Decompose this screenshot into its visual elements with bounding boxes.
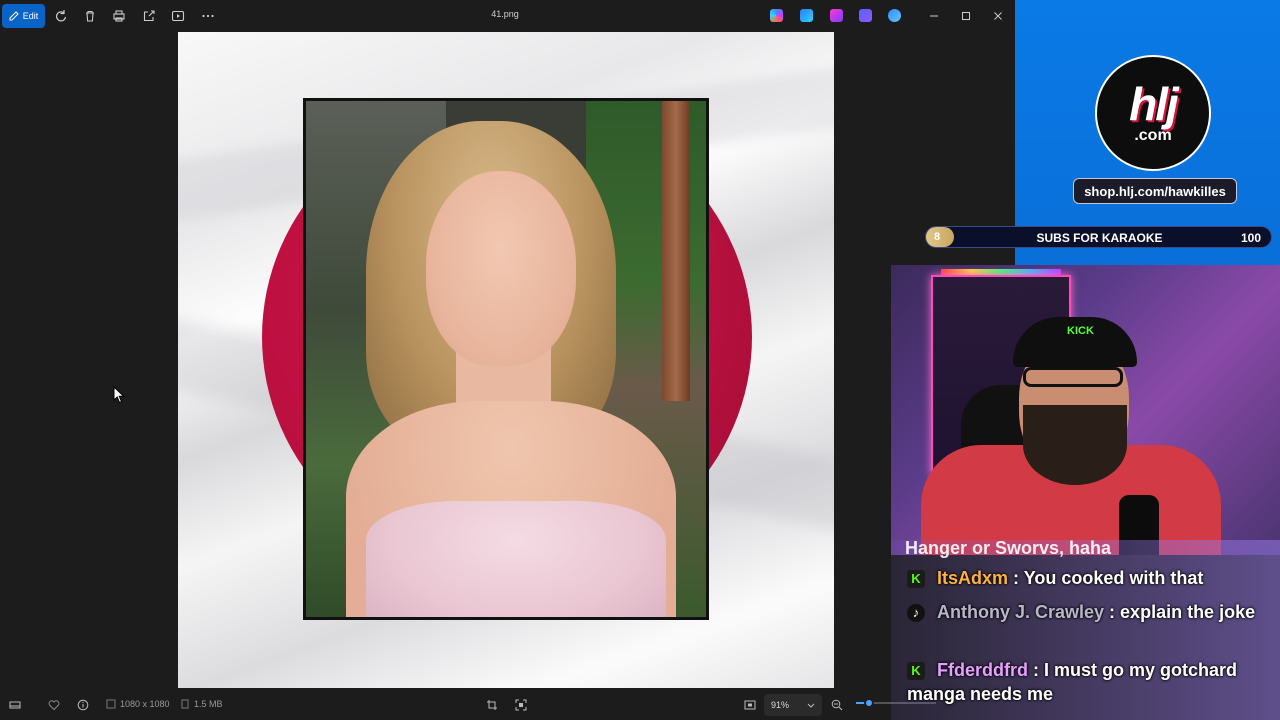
kick-icon: K [907, 662, 925, 680]
chat-message: K Ffderddfrd : I must go my gotchard mang… [907, 658, 1267, 706]
status-bar: 1080 x 1080 1.5 MB 91% [0, 690, 1015, 720]
mouse-cursor-icon [113, 386, 125, 404]
select-region-icon[interactable] [515, 699, 527, 711]
chat-separator: : [1008, 568, 1024, 588]
hlj-logo: hlj .com [1095, 55, 1211, 171]
photo-tree-trunk [662, 101, 690, 401]
photo-dress [366, 501, 666, 617]
webcam-feed: KICK [891, 265, 1280, 555]
image-dimensions-icon [106, 699, 116, 709]
edit-button[interactable]: Edit [2, 4, 45, 28]
chat-message: ♪ Anthony J. Crawley : explain the joke [907, 600, 1267, 624]
delete-icon[interactable] [82, 8, 98, 24]
photos-app-window: Edit 41.png 1080 x 1080 1.5 MB 91% [0, 0, 1015, 720]
image-canvas[interactable] [178, 32, 834, 688]
file-title: 41.png [491, 9, 519, 19]
chat-overlay: Hanger or Sworvs, haha K ItsAdxm : You co… [891, 540, 1280, 720]
designer-icon[interactable] [800, 9, 813, 22]
tiktok-icon: ♪ [907, 604, 925, 622]
file-size-icon [181, 699, 189, 709]
webcam-streamer-glasses [1023, 367, 1123, 387]
share-icon[interactable] [141, 8, 157, 24]
shop-url-banner: shop.hlj.com/hawkilles [1073, 178, 1237, 204]
chat-username: Ffderddfrd [937, 660, 1028, 680]
crop-icon[interactable] [486, 699, 498, 711]
edit-icon [9, 11, 19, 21]
chat-username: Anthony J. Crawley [937, 602, 1105, 622]
print-icon[interactable] [111, 8, 127, 24]
fit-to-window-icon[interactable] [744, 699, 756, 711]
chat-username: ItsAdxm [937, 568, 1009, 588]
info-icon[interactable] [77, 699, 89, 711]
filmstrip-icon[interactable] [9, 699, 21, 711]
teams-icon[interactable] [859, 9, 872, 22]
clipchamp-icon[interactable] [830, 9, 843, 22]
rotate-icon[interactable] [53, 8, 69, 24]
favorite-icon[interactable] [48, 699, 60, 711]
dimensions-info: 1080 x 1080 [106, 699, 170, 709]
zoom-level-dropdown[interactable]: 91% [764, 694, 822, 716]
chat-message-cutoff: Hanger or Sworvs, haha [905, 540, 1112, 558]
chat-text: explain the joke [1120, 602, 1256, 622]
sub-goal-bar: 8 SUBS FOR KARAOKE 100 [925, 226, 1272, 248]
portrait-photo [303, 98, 709, 620]
copilot-icon[interactable] [770, 9, 783, 22]
zoom-level-value: 91% [771, 700, 790, 710]
webcam-streamer-beard [1023, 405, 1127, 485]
file-size: 1.5 MB [194, 699, 223, 709]
chat-separator: : [1027, 660, 1044, 680]
sub-goal-target: 100 [1240, 231, 1261, 245]
close-icon[interactable] [990, 8, 1006, 24]
zoom-out-icon[interactable] [831, 699, 843, 711]
more-icon[interactable] [200, 8, 216, 24]
hlj-logo-text: hlj [1129, 78, 1179, 130]
chat-message: K ItsAdxm : You cooked with that [907, 566, 1267, 590]
image-dimensions: 1080 x 1080 [120, 699, 170, 709]
kick-cap-logo: KICK [1067, 325, 1094, 337]
filesize-info: 1.5 MB [180, 699, 223, 709]
photo-face [426, 171, 576, 366]
edit-button-label: Edit [22, 11, 39, 21]
sub-goal-title: SUBS FOR KARAOKE [1036, 231, 1163, 245]
maximize-icon[interactable] [958, 8, 974, 24]
title-bar: Edit 41.png [0, 0, 1015, 32]
onedrive-icon[interactable] [888, 9, 901, 22]
chat-separator: : [1104, 602, 1121, 622]
kick-icon: K [907, 570, 925, 588]
screen: Edit 41.png 1080 x 1080 1.5 MB 91% hlj .… [0, 0, 1280, 720]
zoom-slider-thumb[interactable] [864, 698, 874, 708]
minimize-icon[interactable] [926, 8, 942, 24]
hlj-logo-subtext: .com [1134, 127, 1172, 144]
chevron-down-icon [807, 703, 815, 708]
slideshow-icon[interactable] [170, 8, 186, 24]
chat-text: You cooked with that [1023, 568, 1204, 588]
